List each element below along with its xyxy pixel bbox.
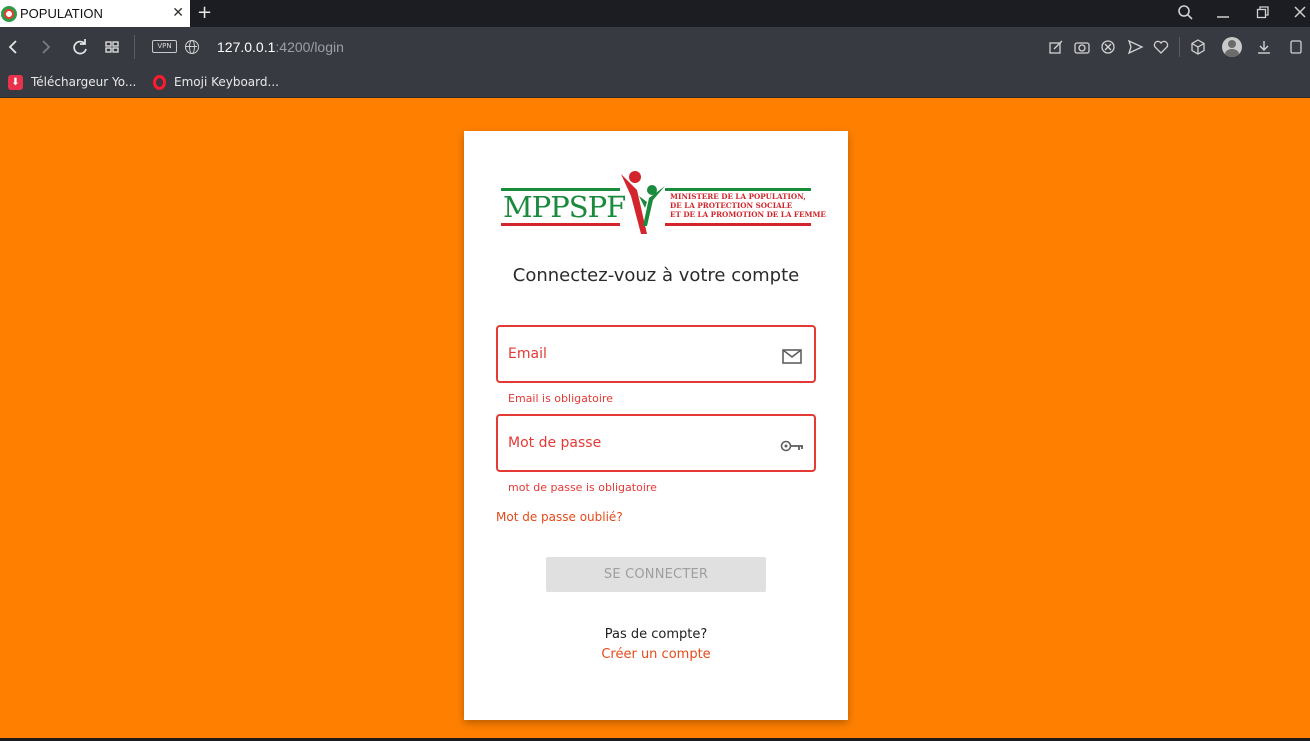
bookmarks-bar: ⬇ Téléchargeur Yo... Emoji Keyboard... (0, 67, 1310, 98)
download-icon[interactable] (1254, 37, 1274, 57)
tabs-grid-icon[interactable] (101, 36, 123, 58)
logo-title: MPPSPF (503, 190, 626, 224)
download-bookmark-icon: ⬇ (8, 74, 23, 90)
profile-avatar-icon[interactable] (1222, 37, 1242, 57)
login-card: MPPSPF MINISTERE DE LA POPULATION, DE LA… (464, 131, 848, 720)
block-icon[interactable] (1098, 37, 1118, 57)
create-account-link[interactable]: Créer un compte (464, 646, 848, 663)
browser-tab[interactable]: POPULATION ✕ (0, 0, 190, 27)
send-icon[interactable] (1125, 37, 1145, 57)
password-field[interactable]: Mot de passe (496, 414, 816, 472)
password-error: mot de passe is obligatoire (508, 481, 657, 494)
tab-close-icon[interactable]: ✕ (172, 4, 184, 22)
back-icon[interactable] (2, 36, 24, 58)
edit-share-icon[interactable] (1046, 37, 1066, 57)
divider (134, 35, 135, 59)
new-tab-button[interactable]: + (197, 2, 212, 24)
people-emblem-icon (621, 171, 665, 234)
tab-favicon-icon (1, 5, 17, 22)
reload-icon[interactable] (69, 36, 91, 58)
password-input[interactable] (508, 432, 768, 454)
menu-icon[interactable] (1286, 37, 1306, 57)
forward-icon[interactable] (35, 36, 57, 58)
browser-tab-bar: POPULATION ✕ + (0, 0, 1310, 27)
logo-stripe (665, 188, 811, 191)
url-field[interactable]: 127.0.0.1:4200/login (217, 38, 344, 56)
address-bar: VPN 127.0.0.1:4200/login (0, 27, 1310, 67)
bookmark-item[interactable]: Emoji Keyboard... (153, 73, 279, 91)
login-heading: Connectez-vouz à votre compte (512, 265, 800, 286)
bookmark-item[interactable]: ⬇ Téléchargeur Yo... (8, 73, 136, 91)
key-icon (780, 440, 803, 452)
globe-icon (185, 40, 199, 54)
opera-icon (153, 74, 166, 90)
email-field[interactable]: Email (496, 325, 816, 383)
email-error: Email is obligatoire (508, 392, 613, 405)
email-input[interactable] (508, 343, 768, 365)
ministry-logo: MPPSPF MINISTERE DE LA POPULATION, DE LA… (501, 168, 826, 236)
logo-subtitle: MINISTERE DE LA POPULATION, DE LA PROTEC… (670, 192, 826, 219)
mail-icon (782, 349, 802, 364)
no-account-text: Pas de compte? (604, 627, 708, 642)
vpn-badge[interactable]: VPN (152, 40, 177, 53)
login-button[interactable]: SE CONNECTER (546, 557, 766, 592)
logo-stripe (665, 223, 811, 226)
camera-icon[interactable] (1072, 37, 1092, 57)
cube-icon[interactable] (1188, 37, 1208, 57)
forgot-password-link[interactable]: Mot de passe oublié? (496, 509, 623, 525)
heart-icon[interactable] (1151, 37, 1171, 57)
tab-title: POPULATION (20, 6, 103, 21)
divider (1179, 37, 1180, 57)
